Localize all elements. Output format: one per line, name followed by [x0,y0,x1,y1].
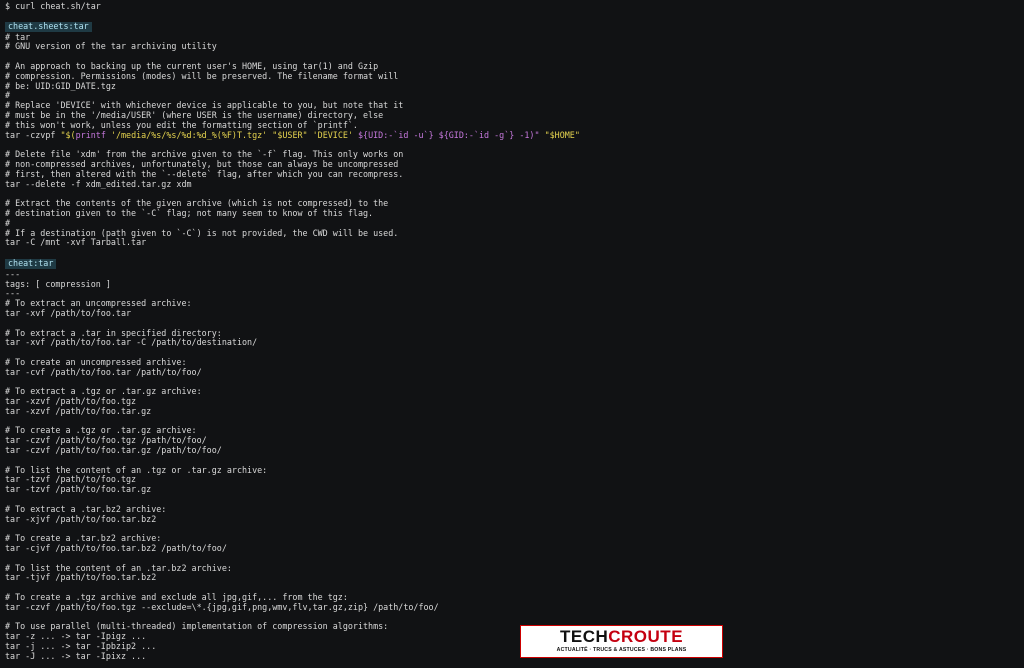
comment-line: # To list the content of an .tar.bz2 arc… [5,562,232,573]
comment-line: # To extract a .tgz or .tar.gz archive: [5,386,202,397]
comment-line: # be: UID:GID_DATE.tgz [5,80,116,91]
comment-line: # GNU version of the tar archiving utili… [5,41,217,52]
comment-line: # To extract an uncompressed archive: [5,298,192,309]
cmd-part: "$( [60,129,76,140]
comment-line: # If a destination (path given to `-C`) … [5,227,399,238]
comment-line: # To extract a .tar.bz2 archive: [5,503,167,514]
cmd-part: '/media/%s/%s/%d:%d_%(%F)T.tgz' [105,129,273,140]
logo-brand-part: TECH [559,627,609,646]
section-lines: # tar # GNU version of the tar archiving … [5,32,1024,131]
cmd-part: ${UID:-`id -u`} ${GID:-`id -g`} -1)" [358,129,540,140]
command-line: --- [5,268,21,279]
cmd-part: printf [75,129,106,140]
techcroute-logo: TECHCROUTE ACTUALITÉ · TRUCS & ASTUCES ·… [520,625,723,658]
section-header-cheat-sheets: cheat.sheets:tar [5,21,92,32]
cmd-part: "$HOME" [539,129,580,140]
cmd-part: "$USER" [272,129,308,140]
command-line: tar -czvf /path/to/foo.tgz --exclude=\*.… [5,601,439,612]
section-lines: --- tags: [ compression ] --- # To extract … [5,268,1024,662]
section-lines-continued: # Delete file 'xdm' from the archive giv… [5,140,1024,258]
logo-tagline: ACTUALITÉ · TRUCS & ASTUCES · BONS PLANS [556,647,687,653]
command-line: tar -xzvf /path/to/foo.tgz [5,396,137,407]
comment-line: # To use parallel (multi-threaded) imple… [5,621,389,632]
comment-line: # To list the content of an .tgz or .tar… [5,464,268,475]
comment-line: # destination given to the `-C` flag; no… [5,207,374,218]
backup-command-line: tar -czvpf "$(printf '/media/%s/%s/%d:%d… [5,129,1024,141]
section-cheat-sheets: cheat.sheets:tar # tar # GNU version of t… [5,21,1024,258]
cmd-part: 'DEVICE' [307,129,358,140]
command-line: tar -tzvf /path/to/foo.tgz [5,474,137,485]
command-line: tar -cjvf /path/to/foo.tar.bz2 /path/to/… [5,543,227,554]
command-line: tar -J ... -> tar -Ipixz ... [5,650,147,661]
command-line: tar --delete -f xdm_edited.tar.gz xdm [5,178,192,189]
command-line: tar -xvf /path/to/foo.tar -C /path/to/de… [5,337,258,348]
command-line: tar -czvf /path/to/foo.tar.gz /path/to/f… [5,445,222,456]
command-line: tar -j ... -> tar -Ipbzip2 ... [5,641,157,651]
command-line: tar -xjvf /path/to/foo.tar.bz2 [5,513,157,524]
logo-brand-part: CROUTE [608,627,684,646]
comment-line: # compression. Permissions (modes) will … [5,70,399,81]
command-line: tar -cvf /path/to/foo.tar /path/to/foo/ [5,366,202,377]
logo-brand: TECHCROUTE [521,628,722,646]
command-line: tar -z ... -> tar -Ipigz ... [5,631,147,642]
cmd-part: tar -czvpf [5,129,61,140]
command-line: tar -xzvf /path/to/foo.tar.gz [5,405,152,416]
section-cheat: cheat:tar --- tags: [ compression ] --- # T… [5,258,1024,662]
command-prompt: $ curl cheat.sh/tar [5,1,101,11]
terminal-window[interactable]: $ curl cheat.sh/tar cheat.sheets:tar # t… [0,0,1024,668]
command-line: tar -C /mnt -xvf Tarball.tar [5,237,147,248]
command-line: tar -tjvf /path/to/foo.tar.bz2 [5,572,157,583]
command-line: tags: [ compression ] [5,278,111,289]
command-line: tar -tzvf /path/to/foo.tar.gz [5,484,152,495]
section-header-cheat: cheat:tar [5,258,57,269]
command-line: tar -xvf /path/to/foo.tar [5,307,132,318]
